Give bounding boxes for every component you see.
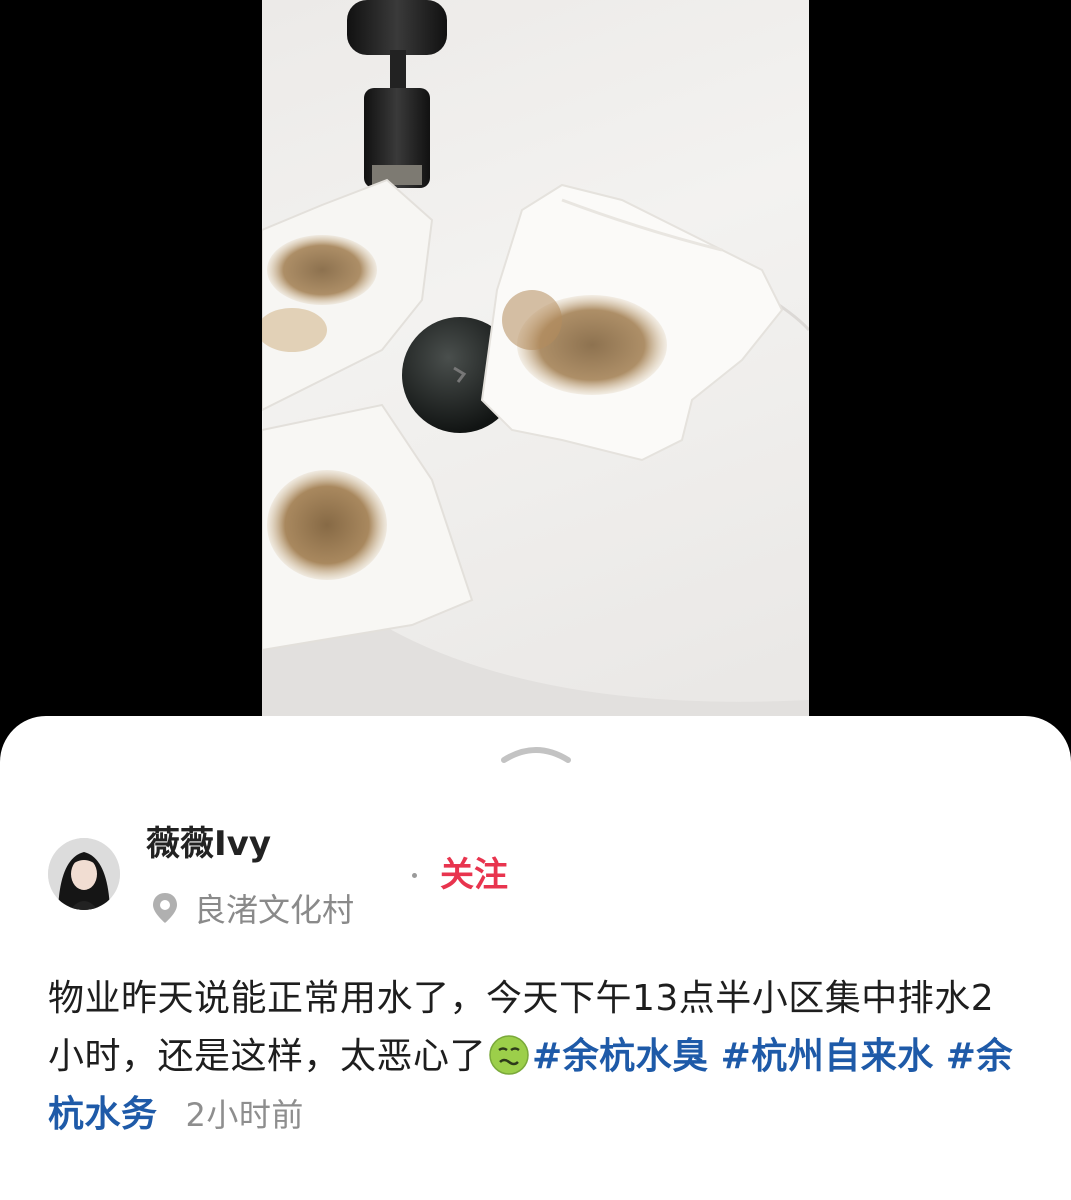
faucet — [347, 0, 447, 55]
post-photo[interactable] — [262, 0, 809, 720]
separator-dot — [412, 873, 417, 878]
nauseated-face-icon — [489, 1035, 529, 1075]
location-tag[interactable]: 良渚文化村 — [150, 886, 354, 930]
follow-button[interactable]: 关注 — [440, 853, 508, 897]
username[interactable]: 薇薇Ivy — [146, 822, 271, 866]
post-time: 2小时前 — [185, 1096, 304, 1134]
location-pin-icon — [153, 893, 177, 923]
sink-photo-illustration — [262, 0, 809, 720]
location-label: 良渚文化村 — [194, 891, 355, 929]
chevron-up-icon[interactable] — [500, 742, 572, 764]
hashtag-yuhang-water-odor[interactable]: #余杭水臭 — [532, 1036, 709, 1077]
hashtag-hangzhou-tap-water[interactable]: #杭州自来水 — [721, 1036, 934, 1077]
avatar[interactable] — [48, 838, 120, 910]
media-viewer — [0, 0, 1071, 760]
post-body: 物业昨天说能正常用水了，今天下午13点半小区集中排水2小时，还是这样，太恶心了 #… — [48, 970, 1023, 1144]
